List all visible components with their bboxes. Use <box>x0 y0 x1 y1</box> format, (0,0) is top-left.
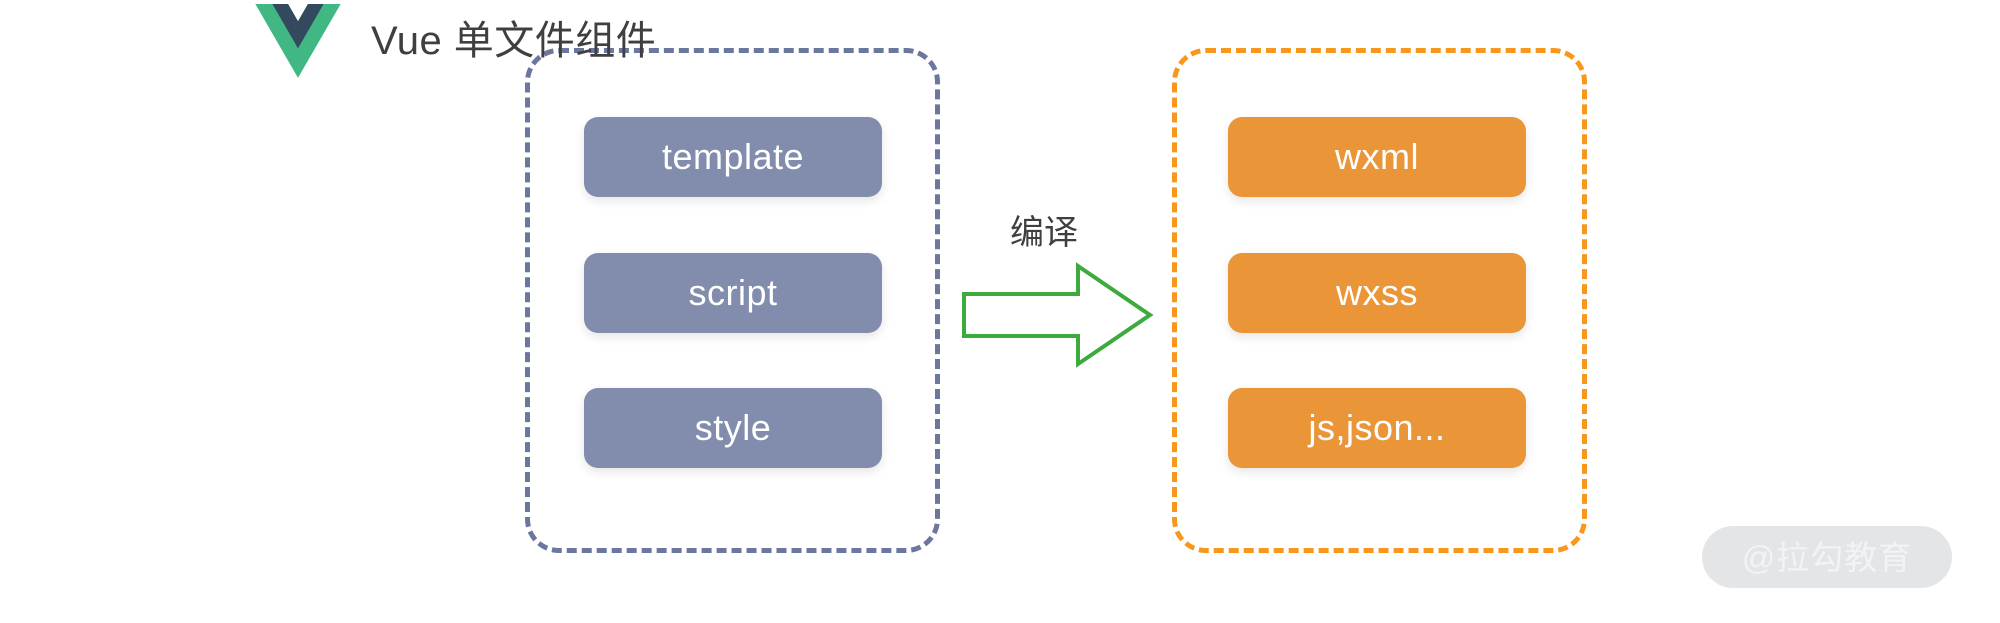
block-style[interactable]: style <box>584 388 882 468</box>
compile-arrow-group: 编译 <box>960 216 1160 380</box>
page-header: Vue 单文件组件 <box>255 0 656 82</box>
diagram-canvas: Vue 单文件组件 template script style 编译 wxml … <box>0 0 2000 623</box>
page-title: Vue 单文件组件 <box>371 19 657 63</box>
block-template[interactable]: template <box>584 117 882 197</box>
block-wxml[interactable]: wxml <box>1228 117 1526 197</box>
compile-label: 编译 <box>1010 214 1078 252</box>
watermark-text: @拉勾教育 <box>1741 538 1913 576</box>
vue-logo-icon <box>255 4 341 78</box>
block-wxss[interactable]: wxss <box>1228 253 1526 333</box>
block-js-json[interactable]: js,json... <box>1228 388 1526 468</box>
watermark-badge: @拉勾教育 <box>1702 526 1952 588</box>
block-script[interactable]: script <box>584 253 882 333</box>
